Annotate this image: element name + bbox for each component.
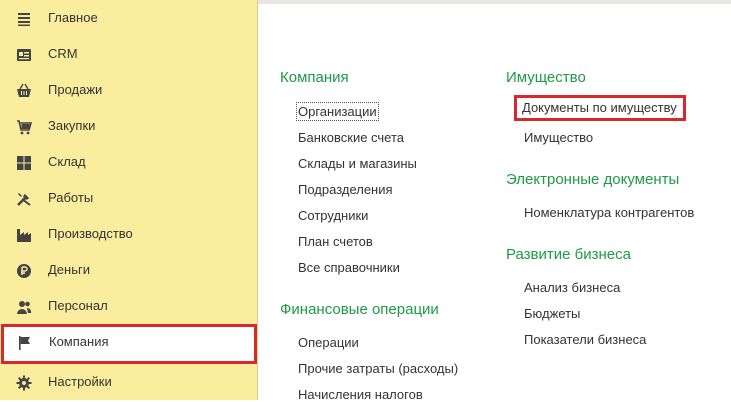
sidebar-item-crm[interactable]: CRM: [0, 36, 258, 72]
sidebar-item-label: Настройки: [48, 374, 112, 389]
sidebar-item-label: Работы: [48, 190, 94, 205]
sidebar-item-label: CRM: [48, 46, 78, 61]
link-employees[interactable]: Сотрудники: [298, 208, 368, 223]
ruble-coin-icon: [16, 263, 32, 279]
sidebar-item-money[interactable]: Деньги: [0, 252, 258, 288]
sidebar-item-label: Продажи: [48, 82, 103, 97]
cart-icon: [16, 119, 32, 135]
link-business-analysis[interactable]: Анализ бизнеса: [524, 280, 620, 295]
gear-icon: [16, 375, 32, 391]
link-organizations[interactable]: Организации: [296, 102, 379, 121]
sidebar-item-label: Персонал: [48, 298, 108, 313]
link-business-indicators[interactable]: Показатели бизнеса: [524, 332, 646, 347]
link-bank-accounts[interactable]: Банковские счета: [298, 130, 404, 145]
basket-icon: [16, 83, 32, 99]
sidebar-item-works[interactable]: Работы: [0, 180, 258, 216]
sidebar-item-label: Производство: [48, 226, 133, 241]
people-icon: [16, 299, 32, 315]
factory-icon: [16, 227, 32, 243]
sidebar-item-label: Главное: [48, 10, 98, 25]
link-budgets[interactable]: Бюджеты: [524, 306, 580, 321]
sidebar-item-label: Компания: [49, 334, 109, 349]
sidebar-item-production[interactable]: Производство: [0, 216, 258, 252]
sidebar-item-personnel[interactable]: Персонал: [0, 288, 258, 324]
link-warehouses-stores[interactable]: Склады и магазины: [298, 156, 417, 171]
section-title-property: Имущество: [506, 69, 586, 86]
link-other-expenses[interactable]: Прочие затраты (расходы): [298, 361, 458, 376]
link-all-catalogs[interactable]: Все справочники: [298, 260, 400, 275]
link-property-documents[interactable]: Документы по имуществу: [514, 95, 686, 121]
warehouse-icon: [16, 155, 32, 171]
sidebar-item-label: Деньги: [48, 262, 90, 277]
link-operations[interactable]: Операции: [298, 335, 359, 350]
tools-icon: [16, 191, 32, 207]
link-counterparty-nomenclature[interactable]: Номенклатура контрагентов: [524, 205, 694, 220]
sidebar-item-settings[interactable]: Настройки: [0, 364, 258, 400]
link-property[interactable]: Имущество: [524, 130, 593, 145]
sidebar-item-main[interactable]: Главное: [0, 0, 258, 36]
sidebar-item-label: Склад: [48, 154, 86, 169]
menu-lines-icon: [16, 11, 32, 27]
section-title-finance: Финансовые операции: [280, 301, 439, 318]
sidebar-item-company[interactable]: Компания: [1, 324, 257, 364]
link-chart-of-accounts[interactable]: План счетов: [298, 234, 373, 249]
sidebar-item-purchases[interactable]: Закупки: [0, 108, 258, 144]
section-title-edocs: Электронные документы: [506, 171, 680, 188]
section-title-company: Компания: [280, 69, 349, 86]
flag-icon: [17, 335, 33, 351]
panel-top-border: [258, 0, 731, 4]
crm-icon: [16, 47, 32, 63]
link-departments[interactable]: Подразделения: [298, 182, 393, 197]
sidebar-item-sales[interactable]: Продажи: [0, 72, 258, 108]
sidebar-item-warehouse[interactable]: Склад: [0, 144, 258, 180]
sidebar-item-label: Закупки: [48, 118, 96, 133]
sidebar: Главное CRM Продажи Закупки Склад Работы: [0, 0, 258, 400]
section-title-business: Развитие бизнеса: [506, 246, 631, 263]
